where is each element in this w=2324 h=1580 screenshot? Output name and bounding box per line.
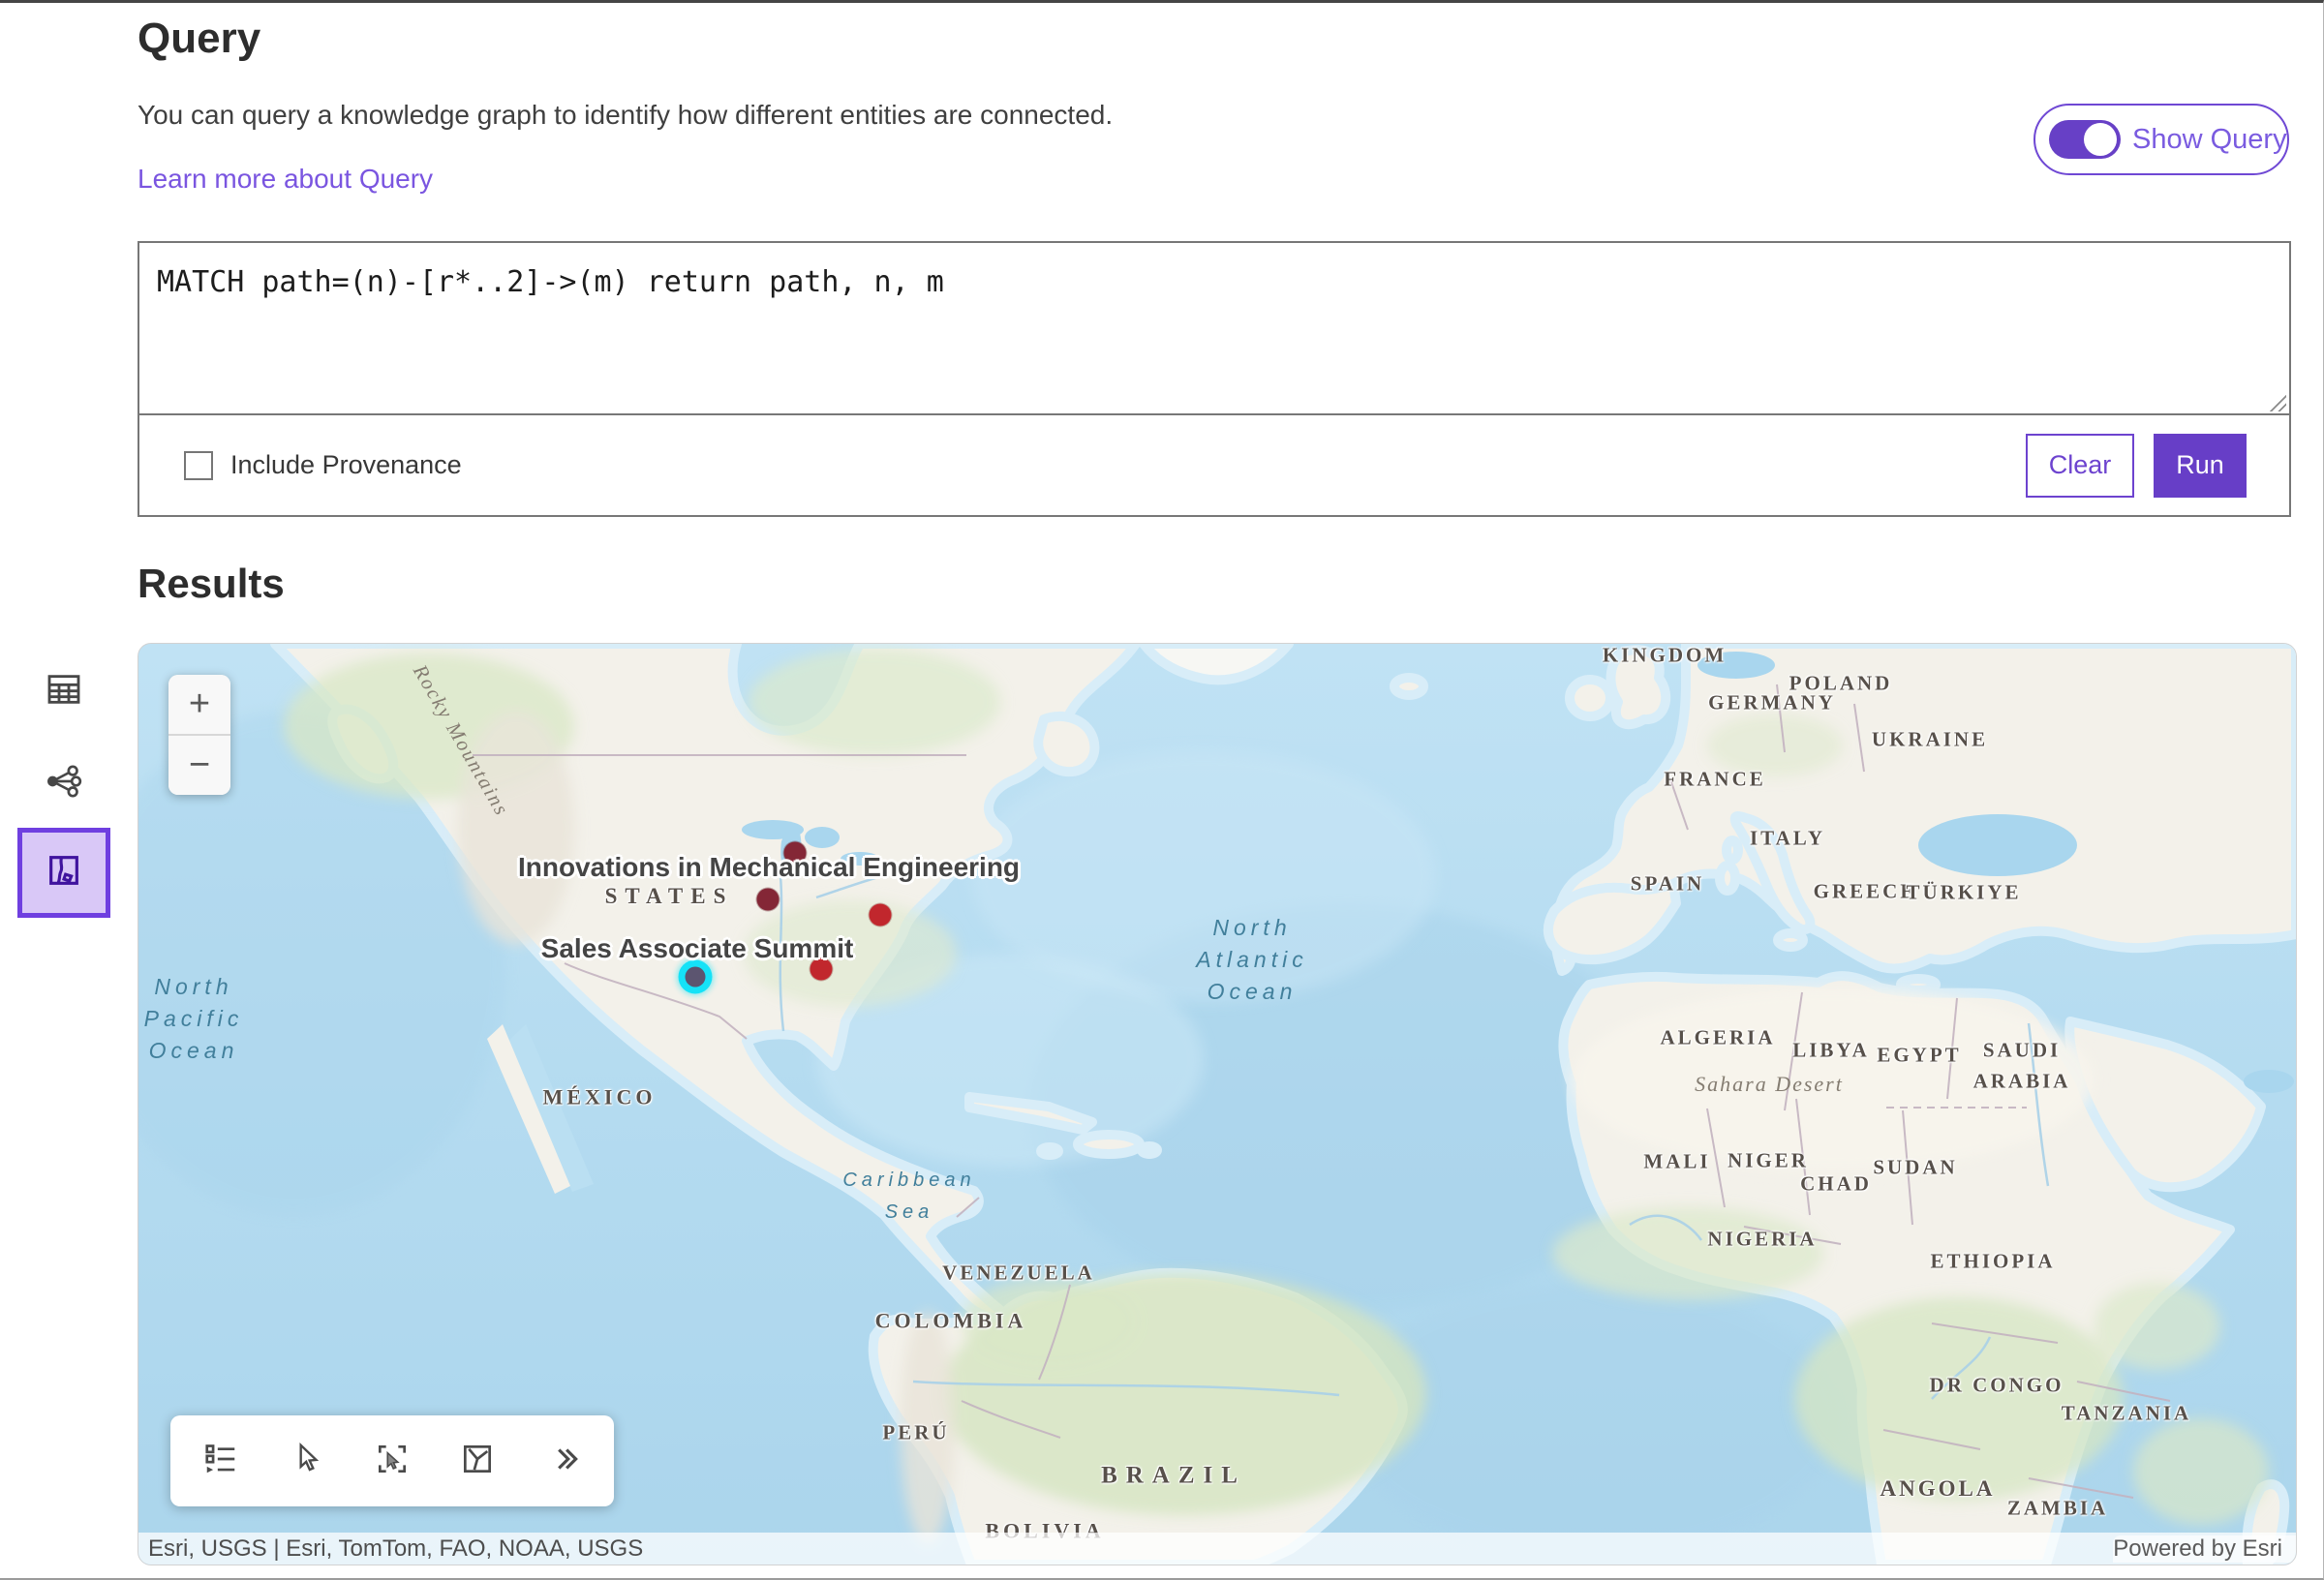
map-country-label: ANGOLA (1881, 1473, 1996, 1506)
query-page: Query You can query a knowledge graph to… (0, 0, 2324, 1580)
map-icon (43, 851, 85, 895)
map-country-label: ETHIOPIA (1930, 1246, 2055, 1277)
learn-more-link[interactable]: Learn more about Query (138, 164, 433, 195)
results-title: Results (138, 561, 285, 607)
include-provenance-label: Include Provenance (230, 450, 462, 480)
map-country-label: UKRAINE (1872, 724, 1988, 755)
view-switcher-item-link-chart-view[interactable] (17, 753, 110, 813)
map-country-label: SAUDI ARABIA (1973, 1036, 2071, 1097)
view-switcher-item-map-view[interactable] (17, 828, 110, 918)
link-chart-icon (45, 762, 83, 805)
include-provenance-checkbox[interactable] (184, 451, 213, 480)
toggle-switch-icon[interactable] (2049, 120, 2121, 159)
map-country-label: DR CONGO (1930, 1370, 2064, 1401)
map-country-label: GREECE (1814, 876, 1917, 907)
double-chevron-icon (545, 1441, 582, 1482)
map-country-label: PERÚ (882, 1417, 949, 1448)
map-zoom-control: + − (168, 675, 230, 795)
view-switcher-item-table-view[interactable] (17, 661, 110, 721)
map-country-label: FRANCE (1664, 764, 1766, 795)
map-country-label: MÉXICO (543, 1081, 657, 1113)
select-polygon-icon (459, 1441, 496, 1482)
query-panel: Include Provenance Clear Run (138, 241, 2291, 517)
show-query-label: Show Query (2132, 124, 2287, 156)
cursor-icon (289, 1441, 325, 1482)
map-country-label: ZAMBIA (2007, 1493, 2108, 1524)
page-title: Query (138, 15, 260, 63)
show-query-toggle[interactable]: Show Query (2034, 104, 2289, 175)
query-panel-footer: Include Provenance Clear Run (139, 413, 2289, 515)
zoom-out-button[interactable]: − (168, 736, 230, 795)
results-map[interactable]: KINGDOMPOLANDGERMANYUKRAINEFRANCEITALYSP… (138, 643, 2297, 1565)
map-marker-label: Sales Associate Summit (541, 933, 854, 964)
map-country-label: STATES (605, 880, 734, 914)
map-ocean-label: CaribbeanSea (842, 1165, 975, 1229)
select-by-polygon-button[interactable] (448, 1432, 506, 1490)
query-input[interactable] (139, 243, 2289, 413)
map-country-label: BRAZIL (1101, 1457, 1246, 1494)
map-marker[interactable] (870, 904, 892, 927)
map-ocean-label: NorthAtlanticOcean (1196, 912, 1307, 1008)
map-country-label: ITALY (1750, 823, 1825, 854)
more-tools-button[interactable] (535, 1432, 593, 1490)
run-button[interactable]: Run (2154, 434, 2247, 498)
map-ocean-label: NorthPacificOcean (144, 971, 244, 1067)
clear-button[interactable]: Clear (2026, 434, 2134, 498)
map-country-label: GERMANY (1708, 687, 1836, 718)
map-country-label: TANZANIA (2062, 1398, 2191, 1429)
map-country-label: CHAD (1800, 1169, 1872, 1200)
map-country-label: SUDAN (1873, 1152, 1957, 1183)
map-country-label: KINGDOM (1603, 643, 1727, 671)
map-toolbar (170, 1415, 614, 1506)
map-country-label: VENEZUELA (942, 1258, 1095, 1289)
map-terrain-label: Sahara Desert (1695, 1072, 1844, 1097)
select-by-rectangle-button[interactable] (363, 1432, 421, 1490)
map-country-label: TÜRKIYE (1906, 877, 2021, 908)
map-marker[interactable] (757, 889, 780, 911)
map-country-label: MALI (1643, 1146, 1710, 1177)
pointer-tool-button[interactable] (278, 1432, 336, 1490)
legend-list-button[interactable] (192, 1432, 250, 1490)
map-country-label: EGYPT (1877, 1040, 1961, 1071)
map-country-label: NIGER (1728, 1145, 1809, 1176)
map-country-label: ALGERIA (1660, 1022, 1775, 1053)
page-description: You can query a knowledge graph to ident… (138, 100, 1113, 131)
attribution-sources: Esri, USGS | Esri, TomTom, FAO, NOAA, US… (138, 1535, 643, 1563)
powered-by-esri: Powered by Esri (2113, 1535, 2296, 1563)
table-icon (45, 670, 83, 714)
zoom-in-button[interactable]: + (168, 675, 230, 736)
map-country-label: NIGERIA (1707, 1224, 1817, 1255)
map-marker-label: Innovations in Mechanical Engineering (518, 852, 1020, 883)
map-country-label: SPAIN (1631, 868, 1704, 899)
map-marker-selected[interactable] (686, 967, 706, 988)
map-attribution: Esri, USGS | Esri, TomTom, FAO, NOAA, US… (138, 1533, 2296, 1565)
legend-list-icon (202, 1441, 239, 1482)
select-rectangle-icon (374, 1441, 411, 1482)
map-country-label: COLOMBIA (875, 1305, 1027, 1337)
map-country-label: LIBYA (1792, 1035, 1870, 1066)
